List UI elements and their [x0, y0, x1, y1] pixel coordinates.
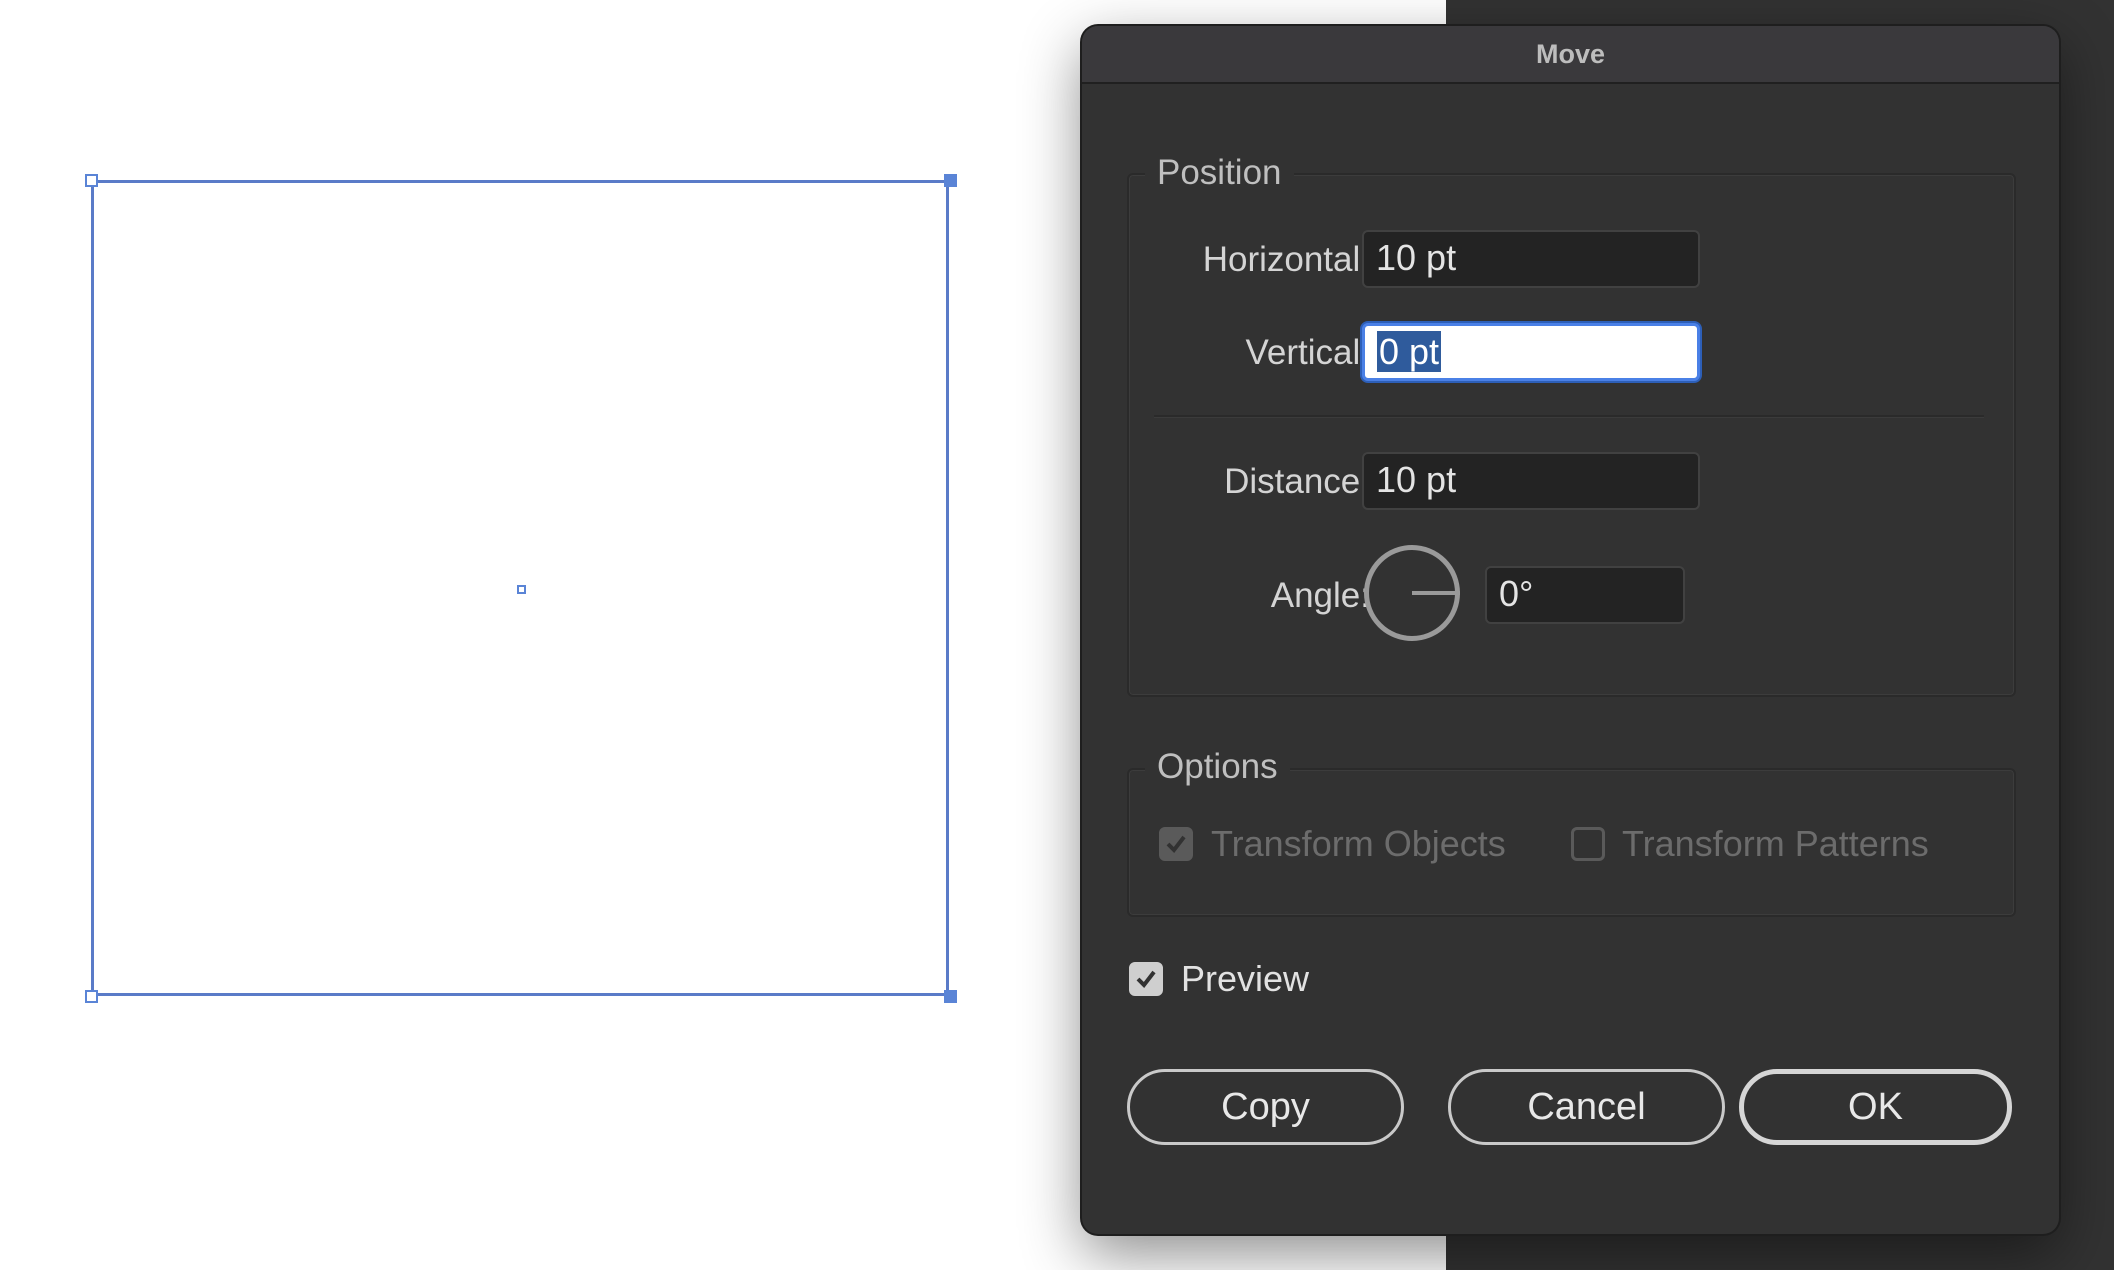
- vertical-input-selected-text: 0 pt: [1377, 331, 1442, 372]
- transform-objects-label: Transform Objects: [1211, 823, 1506, 864]
- horizontal-label: Horizontal:: [1202, 240, 1370, 279]
- position-group-label: Position: [1145, 153, 1294, 193]
- handle-top-right[interactable]: [944, 174, 957, 187]
- checkmark-icon: [1136, 970, 1156, 989]
- angle-dial-icon[interactable]: [1364, 545, 1460, 641]
- handle-bottom-right[interactable]: [944, 990, 957, 1003]
- page: Move Position Horizontal: 10 pt Vertical…: [0, 0, 2114, 1270]
- preview-label: Preview: [1181, 958, 1310, 999]
- vertical-input[interactable]: 0 pt: [1362, 323, 1700, 381]
- transform-patterns-checkbox[interactable]: [1571, 827, 1605, 861]
- position-divider: [1154, 415, 1984, 417]
- transform-objects-checkbox[interactable]: [1159, 827, 1193, 861]
- center-point: [517, 585, 526, 594]
- move-dialog: Move Position Horizontal: 10 pt Vertical…: [1082, 26, 2059, 1234]
- vertical-label: Vertical:: [1245, 333, 1371, 372]
- angle-label: Angle:: [1270, 576, 1370, 615]
- preview-checkbox[interactable]: [1129, 962, 1163, 996]
- angle-dial-needle: [1412, 591, 1460, 595]
- horizontal-input[interactable]: 10 pt: [1362, 230, 1700, 288]
- options-group-label: Options: [1145, 747, 1290, 787]
- transform-patterns-label: Transform Patterns: [1622, 823, 1929, 864]
- distance-label: Distance:: [1224, 462, 1370, 501]
- handle-bottom-left[interactable]: [85, 990, 98, 1003]
- copy-button[interactable]: Copy: [1127, 1069, 1404, 1145]
- checkmark-icon: [1166, 835, 1186, 854]
- ok-button[interactable]: OK: [1739, 1069, 2012, 1145]
- distance-input[interactable]: 10 pt: [1362, 452, 1700, 510]
- angle-input[interactable]: 0°: [1485, 566, 1685, 624]
- cancel-button[interactable]: Cancel: [1448, 1069, 1725, 1145]
- handle-top-left[interactable]: [85, 174, 98, 187]
- dialog-title: Move: [1082, 26, 2059, 84]
